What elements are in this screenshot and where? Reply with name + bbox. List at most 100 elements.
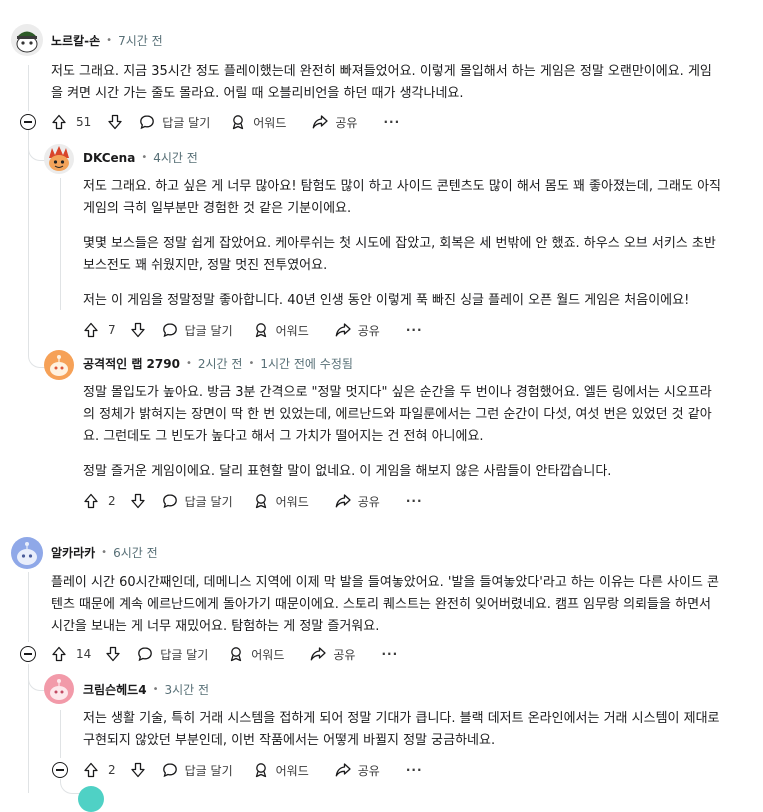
downvote-button[interactable] [130, 493, 146, 509]
vote-count: 14 [76, 647, 92, 661]
comment-meta: DKCena • 4시간 전 [83, 149, 198, 166]
downvote-button[interactable] [130, 322, 146, 338]
vote-count: 7 [108, 323, 116, 337]
comment-paragraph: 저는 생활 기술, 특히 거래 시스템을 접하게 되어 정말 기대가 큽니다. … [83, 711, 720, 748]
separator-dot: • [185, 358, 192, 369]
comment-paragraph: 저도 그래요. 하고 싶은 게 너무 많아요! 탐험도 많이 하고 사이드 콘텐… [83, 179, 722, 216]
separator-dot: • [101, 547, 108, 558]
reply-button[interactable]: 답글 달기 [139, 114, 210, 131]
comment-meta: 노르칼-손 • 7시간 전 [51, 32, 163, 49]
reply-bubble-icon [140, 115, 155, 130]
reply-bubble-icon [162, 494, 177, 509]
snoo-avatar-icon [50, 679, 68, 700]
upvote-arrow-icon [84, 493, 98, 509]
comment-author[interactable]: 노르칼-손 [51, 32, 100, 49]
award-label: 어워드 [275, 323, 309, 338]
vote-count: 51 [76, 115, 92, 129]
collapse-minus-icon[interactable] [52, 762, 68, 778]
share-arrow-icon [335, 494, 351, 508]
downvote-arrow-icon [108, 114, 122, 130]
more-options-button[interactable]: ··· [406, 494, 423, 508]
reply-label: 답글 달기 [160, 647, 209, 662]
award-button[interactable]: 어워드 [253, 322, 309, 339]
edited-note: 1시간 전에 수정됨 [260, 357, 353, 371]
upvote-arrow-icon [52, 114, 66, 130]
comment-actions: 2 답글 달기 어워드 공유 ··· [83, 489, 423, 513]
downvote-button[interactable] [130, 762, 146, 778]
thread-line [28, 133, 29, 353]
reply-button[interactable]: 답글 달기 [137, 646, 208, 663]
award-button[interactable]: 어워드 [253, 762, 309, 779]
award-label: 어워드 [275, 494, 309, 509]
thread-line [28, 65, 29, 111]
thread-line [60, 178, 61, 310]
more-options-button[interactable]: ··· [406, 763, 423, 777]
share-label: 공유 [357, 763, 380, 778]
downvote-button[interactable] [107, 114, 123, 130]
upvote-button[interactable]: 51 [51, 114, 91, 130]
share-arrow-icon [335, 763, 351, 777]
share-button[interactable]: 공유 [335, 493, 380, 510]
award-button[interactable]: 어워드 [253, 493, 309, 510]
comment-body: 저는 생활 기술, 특히 거래 시스템을 접하게 되어 정말 기대가 큽니다. … [83, 708, 728, 765]
comment-time[interactable]: 4시간 전 [153, 149, 198, 166]
award-icon [255, 763, 266, 778]
comment-author[interactable]: 공격적인 랩 2790 [83, 355, 180, 372]
downvote-button[interactable] [105, 646, 121, 662]
avatar[interactable] [11, 537, 43, 569]
comment-author[interactable]: 알카라카 [51, 544, 95, 561]
reply-button[interactable]: 답글 달기 [162, 493, 233, 510]
snoo-avatar-icon [50, 355, 68, 376]
more-options-button[interactable]: ··· [383, 115, 400, 129]
award-icon [233, 115, 244, 130]
thread-curve [28, 664, 45, 691]
reply-button[interactable]: 답글 달기 [162, 322, 233, 339]
share-button[interactable]: 공유 [335, 762, 380, 779]
avatar[interactable] [11, 24, 43, 56]
award-button[interactable]: 어워드 [228, 646, 284, 663]
upvote-arrow-icon [52, 646, 66, 662]
award-icon [255, 323, 266, 338]
upvote-button[interactable]: 7 [83, 322, 116, 338]
share-label: 공유 [357, 494, 380, 509]
avatar[interactable] [44, 350, 74, 380]
collapse-minus-icon[interactable] [20, 114, 36, 130]
comment-paragraph: 저는 이 게임을 정말정말 좋아합니다. 40년 인생 동안 이렇게 푹 빠진 … [83, 293, 690, 308]
comment-author[interactable]: DKCena [83, 151, 135, 165]
comment-time[interactable]: 3시간 전 [164, 681, 209, 698]
share-button[interactable]: 공유 [335, 322, 380, 339]
thread-curve [28, 340, 45, 368]
downvote-arrow-icon [130, 322, 145, 338]
share-button[interactable]: 공유 [310, 646, 355, 663]
comment-time[interactable]: 6시간 전 [113, 544, 158, 561]
share-button[interactable]: 공유 [312, 114, 357, 131]
more-options-button[interactable]: ··· [381, 647, 398, 661]
more-options-button[interactable]: ··· [406, 323, 423, 337]
thread-curve [60, 779, 81, 794]
avatar[interactable] [44, 144, 74, 174]
vote-count: 2 [108, 763, 116, 777]
award-label: 어워드 [253, 115, 287, 130]
collapse-minus-icon[interactable] [20, 646, 36, 662]
downvote-arrow-icon [106, 646, 120, 662]
comment-time[interactable]: 2시간 전 [198, 355, 243, 372]
separator-dot: • [248, 358, 255, 369]
upvote-button[interactable]: 2 [83, 762, 116, 778]
reply-bubble-icon [162, 323, 177, 338]
comment-body: 저도 그래요. 하고 싶은 게 너무 많아요! 탐험도 많이 하고 사이드 콘텐… [83, 176, 723, 325]
avatar[interactable] [44, 674, 74, 704]
avatar[interactable] [78, 786, 104, 812]
upvote-button[interactable]: 14 [51, 646, 91, 662]
downvote-arrow-icon [130, 762, 145, 778]
reply-button[interactable]: 답글 달기 [162, 762, 233, 779]
reply-label: 답글 달기 [184, 763, 233, 778]
comment-paragraph: 몇몇 보스들은 정말 쉽게 잡았어요. 케아루쉬는 첫 시도에 잡았고, 회복은… [83, 236, 716, 273]
reply-bubble-icon [138, 647, 153, 662]
thread-line [28, 572, 29, 642]
award-icon [255, 494, 266, 509]
comment-time[interactable]: 7시간 전 [118, 32, 163, 49]
award-button[interactable]: 어워드 [230, 114, 286, 131]
upvote-button[interactable]: 2 [83, 493, 116, 509]
reply-label: 답글 달기 [184, 323, 233, 338]
comment-author[interactable]: 크림슨헤드4 [83, 681, 147, 698]
